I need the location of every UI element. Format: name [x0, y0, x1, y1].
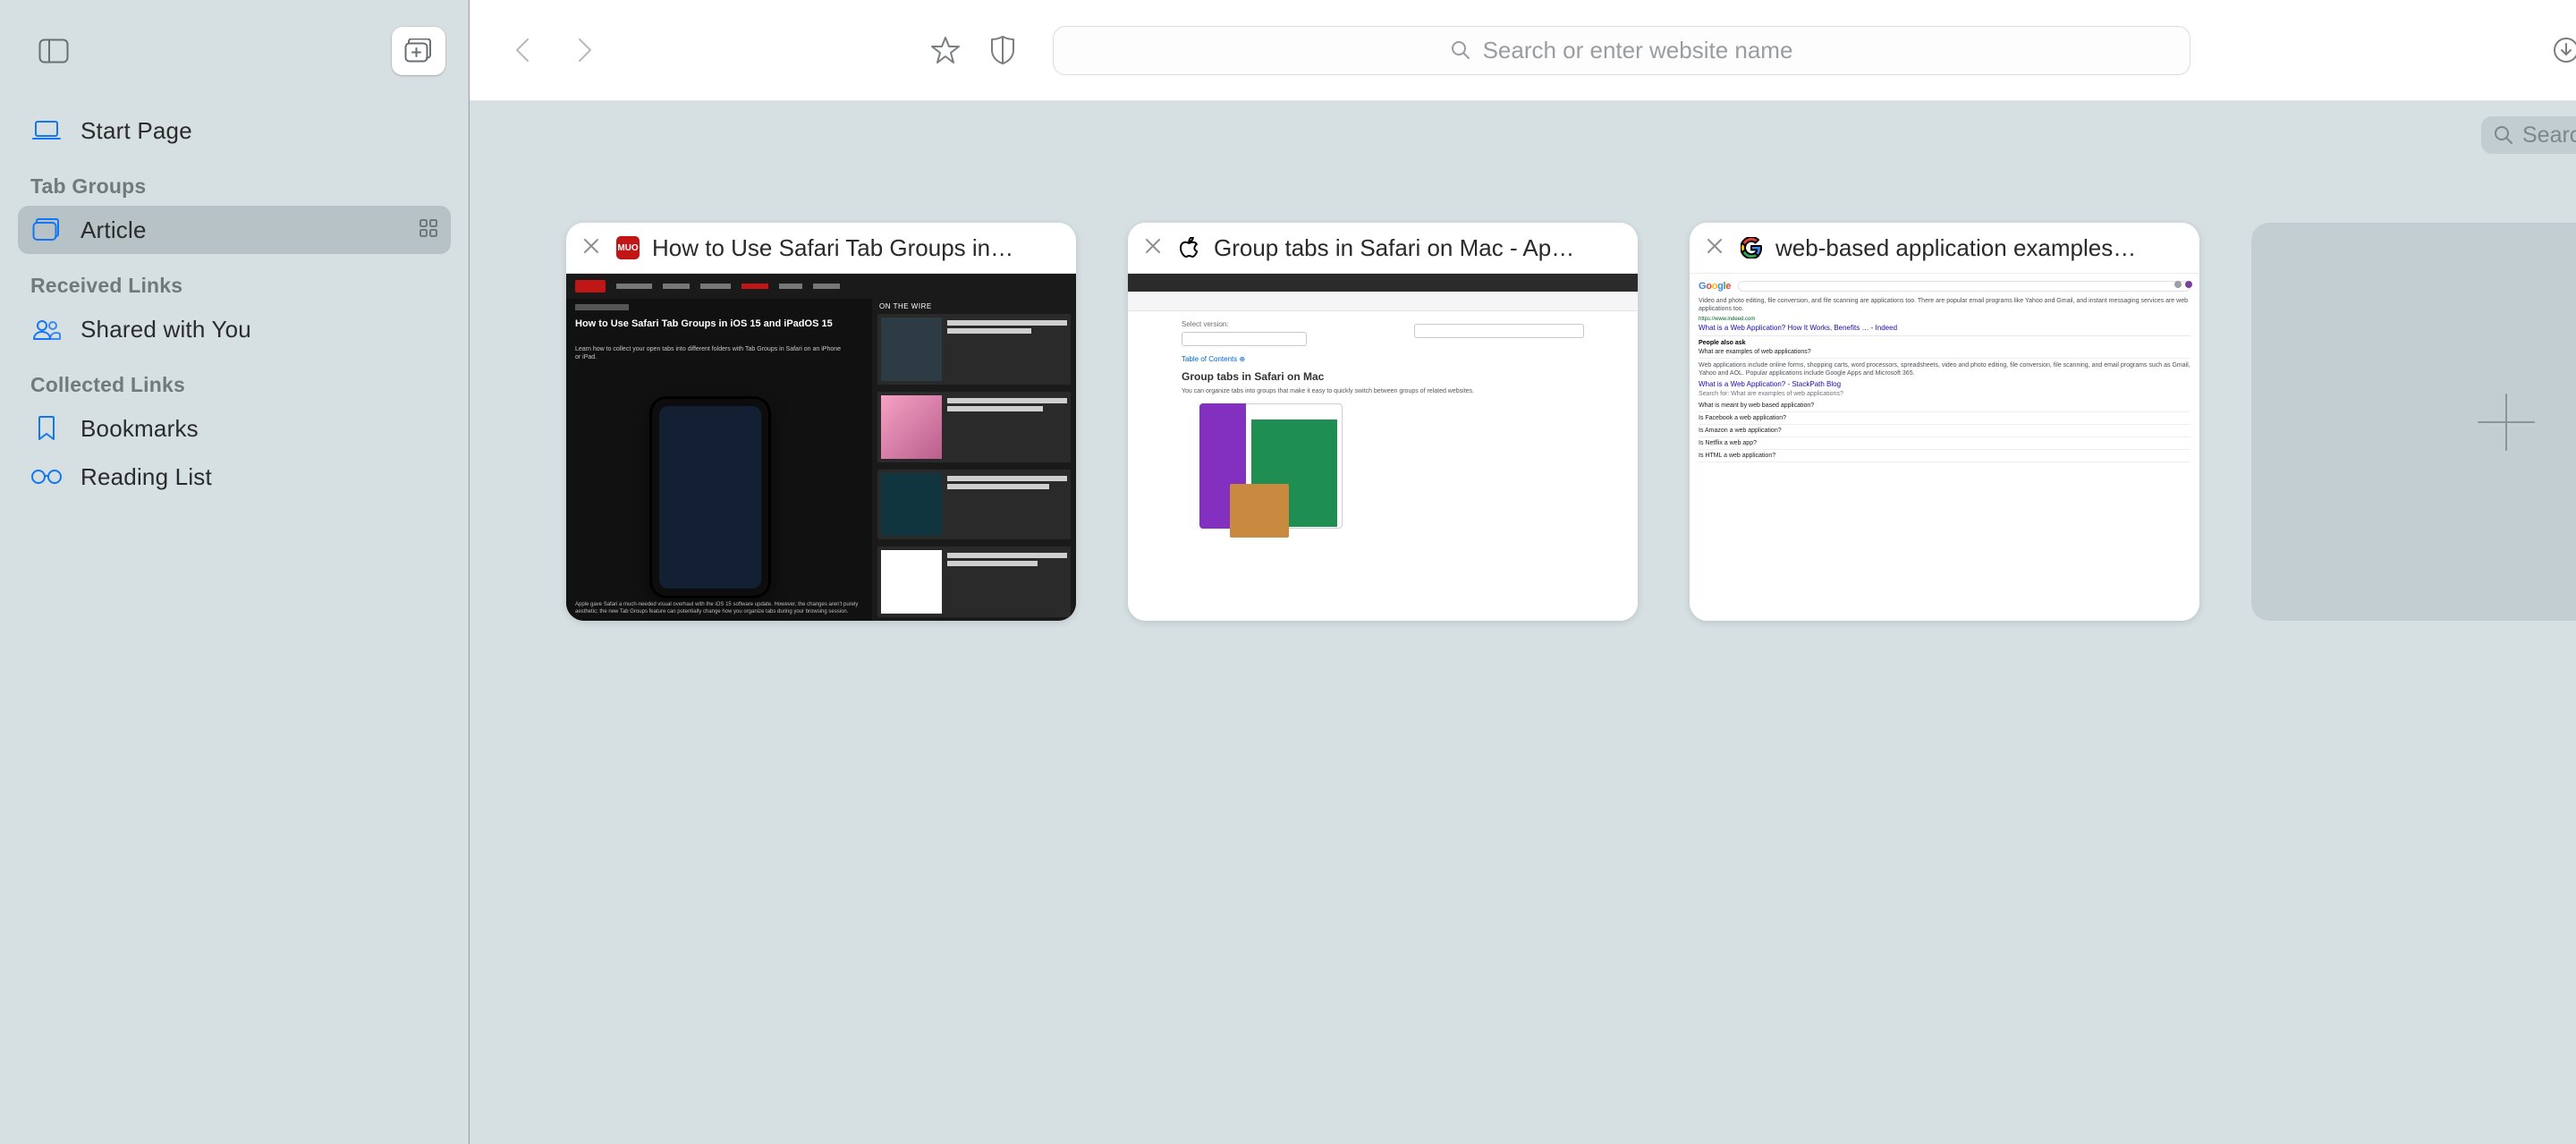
laptop-icon — [30, 114, 63, 147]
toolbar: Search or enter website name — [470, 0, 2576, 101]
tab-title: Group tabs in Safari on Mac - Ap… — [1214, 234, 1574, 262]
favicon-apple — [1178, 236, 1201, 259]
sidebar-tab-group-label: Article — [80, 216, 147, 244]
tab-thumbnail: Select version: Table of Contents ⊕ Grou… — [1128, 273, 1638, 621]
search-icon — [2494, 125, 2513, 145]
favicon-muo: MUO — [616, 236, 640, 259]
sidebar-bookmarks-label: Bookmarks — [80, 415, 199, 443]
sidebar-shared-label: Shared with You — [80, 316, 251, 343]
address-bar[interactable]: Search or enter website name — [1053, 26, 2190, 75]
close-tab-button[interactable] — [582, 237, 604, 258]
plus-icon — [2471, 387, 2541, 457]
new-tab-group-button[interactable] — [392, 27, 445, 75]
forward-button[interactable] — [557, 26, 611, 74]
back-button[interactable] — [496, 26, 550, 74]
tab-overview-bar — [470, 101, 2576, 169]
toolbar-right — [2541, 25, 2576, 75]
tab-card[interactable]: MUO How to Use Safari Tab Groups in… How… — [566, 223, 1076, 621]
tab-card-header: MUO How to Use Safari Tab Groups in… — [566, 223, 1076, 273]
glasses-icon — [30, 461, 63, 493]
tab-title: web-based application examples… — [1775, 234, 2136, 262]
sidebar-start-page[interactable]: Start Page — [18, 106, 451, 155]
close-tab-button[interactable] — [1706, 237, 1727, 258]
tab-card-header: web-based application examples… — [1690, 223, 2199, 273]
sidebar-body: Start Page Tab Groups Article Received L… — [0, 101, 469, 501]
sidebar-start-page-label: Start Page — [80, 117, 192, 145]
tab-card[interactable]: web-based application examples… Google V… — [1690, 223, 2199, 621]
tab-title: How to Use Safari Tab Groups in… — [652, 234, 1013, 262]
search-tabs-input[interactable] — [2522, 123, 2576, 148]
toggle-sidebar-button[interactable] — [27, 27, 80, 75]
favicon-google — [1740, 236, 1763, 259]
search-icon — [1451, 40, 1470, 60]
tab-group-icon — [30, 214, 63, 246]
sidebar-reading-list[interactable]: Reading List — [18, 453, 451, 501]
search-tabs-field[interactable] — [2481, 116, 2576, 154]
sidebar-heading-tab-groups: Tab Groups — [18, 155, 451, 206]
tab-thumbnail: How to Use Safari Tab Groups in iOS 15 a… — [566, 273, 1076, 621]
sidebar-toolbar — [0, 0, 469, 101]
sidebar-shared-with-you[interactable]: Shared with You — [18, 305, 451, 353]
privacy-shield-button[interactable] — [978, 25, 1028, 75]
favorite-star-button[interactable] — [920, 25, 970, 75]
tab-thumbnail: Google Video and photo editing, file con… — [1690, 273, 2199, 621]
sidebar-tab-group-article[interactable]: Article — [18, 206, 451, 254]
sidebar-reading-label: Reading List — [80, 463, 212, 491]
bookmark-icon — [30, 412, 63, 445]
tab-card-header: Group tabs in Safari on Mac - Ap… — [1128, 223, 1638, 273]
app-root: Start Page Tab Groups Article Received L… — [0, 0, 2576, 1144]
new-tab-card[interactable] — [2251, 223, 2576, 621]
grid-icon[interactable] — [419, 216, 438, 244]
close-tab-button[interactable] — [1144, 237, 1165, 258]
address-placeholder: Search or enter website name — [1483, 37, 1793, 64]
tab-overview-content: MUO How to Use Safari Tab Groups in… How… — [470, 169, 2576, 1144]
downloads-button[interactable] — [2541, 25, 2576, 75]
sidebar-heading-received: Received Links — [18, 254, 451, 305]
people-icon — [30, 313, 63, 345]
sidebar: Start Page Tab Groups Article Received L… — [0, 0, 470, 1144]
main: Search or enter website name — [470, 0, 2576, 1144]
tab-grid: MUO How to Use Safari Tab Groups in… How… — [566, 223, 2576, 621]
tab-card[interactable]: Group tabs in Safari on Mac - Ap… Select… — [1128, 223, 1638, 621]
sidebar-bookmarks[interactable]: Bookmarks — [18, 404, 451, 453]
sidebar-heading-collected: Collected Links — [18, 353, 451, 404]
